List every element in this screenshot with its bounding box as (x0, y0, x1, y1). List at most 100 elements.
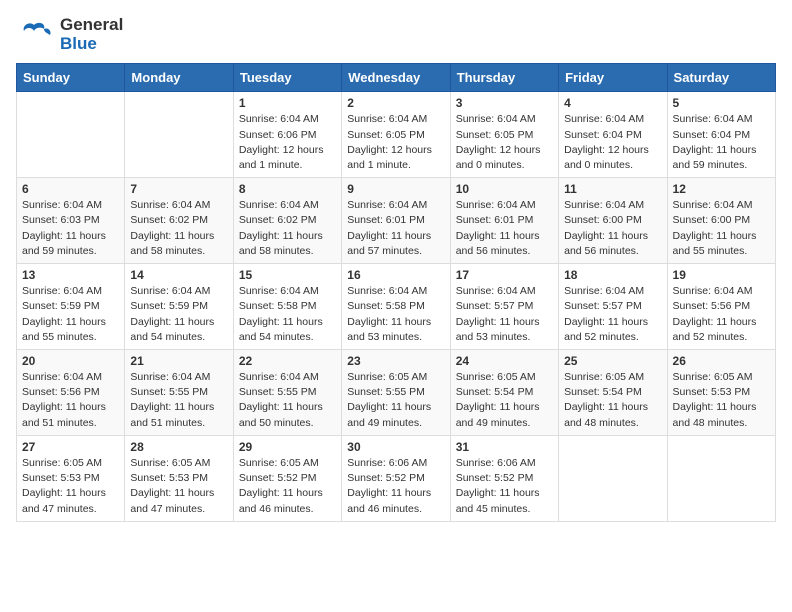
day-number: 4 (564, 96, 661, 110)
day-cell: 23Sunrise: 6:05 AM Sunset: 5:55 PM Dayli… (342, 350, 450, 436)
day-info: Sunrise: 6:05 AM Sunset: 5:54 PM Dayligh… (456, 370, 553, 431)
day-number: 21 (130, 354, 227, 368)
day-info: Sunrise: 6:04 AM Sunset: 5:59 PM Dayligh… (22, 284, 119, 345)
day-info: Sunrise: 6:04 AM Sunset: 5:58 PM Dayligh… (239, 284, 336, 345)
day-cell: 10 Sunrise: 6:04 AM Sunset: 6:01 PM Dayli… (450, 178, 558, 264)
logo-text-general: General (60, 16, 123, 35)
day-number: 9 (347, 182, 444, 196)
day-info: Sunrise: 6:04 AM Sunset: 5:55 PM Dayligh… (239, 370, 336, 431)
day-info: Sunrise: 6:04 AM Sunset: 6:02 PM Dayligh… (130, 198, 227, 259)
week-row-2: 6 Sunrise: 6:04 AM Sunset: 6:03 PM Daylig… (17, 178, 776, 264)
day-info: Sunrise: 6:04 AM Sunset: 6:02 PM Dayligh… (239, 198, 336, 259)
day-number: 29 (239, 440, 336, 454)
day-info: Sunrise: 6:04 AM Sunset: 5:57 PM Dayligh… (456, 284, 553, 345)
day-number: 22 (239, 354, 336, 368)
day-cell: 9 Sunrise: 6:04 AM Sunset: 6:01 PM Daylig… (342, 178, 450, 264)
weekday-header-sunday: Sunday (17, 64, 125, 92)
day-info: Sunrise: 6:04 AM Sunset: 6:03 PM Dayligh… (22, 198, 119, 259)
day-info: Sunrise: 6:04 AM Sunset: 6:04 PM Dayligh… (564, 112, 661, 173)
day-number: 3 (456, 96, 553, 110)
day-cell: 13 Sunrise: 6:04 AM Sunset: 5:59 PM Dayli… (17, 264, 125, 350)
day-number: 7 (130, 182, 227, 196)
day-number: 15 (239, 268, 336, 282)
day-number: 25 (564, 354, 661, 368)
day-cell: 1Sunrise: 6:04 AM Sunset: 6:06 PM Daylig… (233, 92, 341, 178)
day-number: 16 (347, 268, 444, 282)
day-cell: 21 Sunrise: 6:04 AM Sunset: 5:55 PM Dayli… (125, 350, 233, 436)
day-info: Sunrise: 6:04 AM Sunset: 6:00 PM Dayligh… (564, 198, 661, 259)
day-number: 1 (239, 96, 336, 110)
week-row-4: 20 Sunrise: 6:04 AM Sunset: 5:56 PM Dayli… (17, 350, 776, 436)
day-info: Sunrise: 6:04 AM Sunset: 6:05 PM Dayligh… (456, 112, 553, 173)
day-cell: 20 Sunrise: 6:04 AM Sunset: 5:56 PM Dayli… (17, 350, 125, 436)
day-number: 20 (22, 354, 119, 368)
day-number: 12 (673, 182, 770, 196)
day-cell: 2Sunrise: 6:04 AM Sunset: 6:05 PM Daylig… (342, 92, 450, 178)
day-cell: 11 Sunrise: 6:04 AM Sunset: 6:00 PM Dayli… (559, 178, 667, 264)
day-info: Sunrise: 6:04 AM Sunset: 6:05 PM Dayligh… (347, 112, 444, 173)
day-info: Sunrise: 6:04 AM Sunset: 5:59 PM Dayligh… (130, 284, 227, 345)
week-row-1: 1Sunrise: 6:04 AM Sunset: 6:06 PM Daylig… (17, 92, 776, 178)
day-cell: 3 Sunrise: 6:04 AM Sunset: 6:05 PM Daylig… (450, 92, 558, 178)
day-info: Sunrise: 6:06 AM Sunset: 5:52 PM Dayligh… (456, 456, 553, 517)
day-info: Sunrise: 6:04 AM Sunset: 5:58 PM Dayligh… (347, 284, 444, 345)
day-number: 24 (456, 354, 553, 368)
calendar-table: SundayMondayTuesdayWednesdayThursdayFrid… (16, 63, 776, 521)
day-cell (125, 92, 233, 178)
day-cell: 29 Sunrise: 6:05 AM Sunset: 5:52 PM Dayli… (233, 435, 341, 521)
logo-text-blue: Blue (60, 35, 123, 54)
day-number: 26 (673, 354, 770, 368)
logo: General Blue (16, 16, 123, 53)
day-cell (559, 435, 667, 521)
day-number: 18 (564, 268, 661, 282)
day-cell: 19 Sunrise: 6:04 AM Sunset: 5:56 PM Dayli… (667, 264, 775, 350)
day-number: 6 (22, 182, 119, 196)
day-cell: 12 Sunrise: 6:04 AM Sunset: 6:00 PM Dayli… (667, 178, 775, 264)
day-info: Sunrise: 6:04 AM Sunset: 6:01 PM Dayligh… (456, 198, 553, 259)
day-cell: 25Sunrise: 6:05 AM Sunset: 5:54 PM Dayli… (559, 350, 667, 436)
day-number: 28 (130, 440, 227, 454)
day-cell: 4 Sunrise: 6:04 AM Sunset: 6:04 PM Daylig… (559, 92, 667, 178)
page-header: General Blue (16, 16, 776, 53)
day-cell: 26Sunrise: 6:05 AM Sunset: 5:53 PM Dayli… (667, 350, 775, 436)
day-info: Sunrise: 6:04 AM Sunset: 6:04 PM Dayligh… (673, 112, 770, 173)
week-row-3: 13 Sunrise: 6:04 AM Sunset: 5:59 PM Dayli… (17, 264, 776, 350)
day-cell: 28Sunrise: 6:05 AM Sunset: 5:53 PM Dayli… (125, 435, 233, 521)
day-cell (17, 92, 125, 178)
day-number: 17 (456, 268, 553, 282)
day-info: Sunrise: 6:04 AM Sunset: 6:00 PM Dayligh… (673, 198, 770, 259)
day-number: 13 (22, 268, 119, 282)
day-number: 30 (347, 440, 444, 454)
day-cell: 18 Sunrise: 6:04 AM Sunset: 5:57 PM Dayli… (559, 264, 667, 350)
day-cell: 24 Sunrise: 6:05 AM Sunset: 5:54 PM Dayli… (450, 350, 558, 436)
week-row-5: 27Sunrise: 6:05 AM Sunset: 5:53 PM Dayli… (17, 435, 776, 521)
day-cell: 6 Sunrise: 6:04 AM Sunset: 6:03 PM Daylig… (17, 178, 125, 264)
weekday-header-row: SundayMondayTuesdayWednesdayThursdayFrid… (17, 64, 776, 92)
day-number: 8 (239, 182, 336, 196)
day-number: 27 (22, 440, 119, 454)
day-cell: 30Sunrise: 6:06 AM Sunset: 5:52 PM Dayli… (342, 435, 450, 521)
day-info: Sunrise: 6:04 AM Sunset: 5:56 PM Dayligh… (673, 284, 770, 345)
day-number: 19 (673, 268, 770, 282)
weekday-header-monday: Monday (125, 64, 233, 92)
day-cell: 17 Sunrise: 6:04 AM Sunset: 5:57 PM Dayli… (450, 264, 558, 350)
weekday-header-thursday: Thursday (450, 64, 558, 92)
weekday-header-tuesday: Tuesday (233, 64, 341, 92)
day-number: 11 (564, 182, 661, 196)
day-number: 23 (347, 354, 444, 368)
day-cell: 31 Sunrise: 6:06 AM Sunset: 5:52 PM Dayli… (450, 435, 558, 521)
logo-bird-icon (16, 17, 52, 53)
day-cell: 27Sunrise: 6:05 AM Sunset: 5:53 PM Dayli… (17, 435, 125, 521)
day-info: Sunrise: 6:04 AM Sunset: 5:56 PM Dayligh… (22, 370, 119, 431)
day-number: 31 (456, 440, 553, 454)
day-info: Sunrise: 6:04 AM Sunset: 5:57 PM Dayligh… (564, 284, 661, 345)
day-number: 5 (673, 96, 770, 110)
weekday-header-wednesday: Wednesday (342, 64, 450, 92)
day-info: Sunrise: 6:04 AM Sunset: 5:55 PM Dayligh… (130, 370, 227, 431)
day-cell: 22 Sunrise: 6:04 AM Sunset: 5:55 PM Dayli… (233, 350, 341, 436)
day-info: Sunrise: 6:04 AM Sunset: 6:01 PM Dayligh… (347, 198, 444, 259)
day-cell: 16 Sunrise: 6:04 AM Sunset: 5:58 PM Dayli… (342, 264, 450, 350)
day-cell (667, 435, 775, 521)
day-number: 10 (456, 182, 553, 196)
day-info: Sunrise: 6:05 AM Sunset: 5:52 PM Dayligh… (239, 456, 336, 517)
